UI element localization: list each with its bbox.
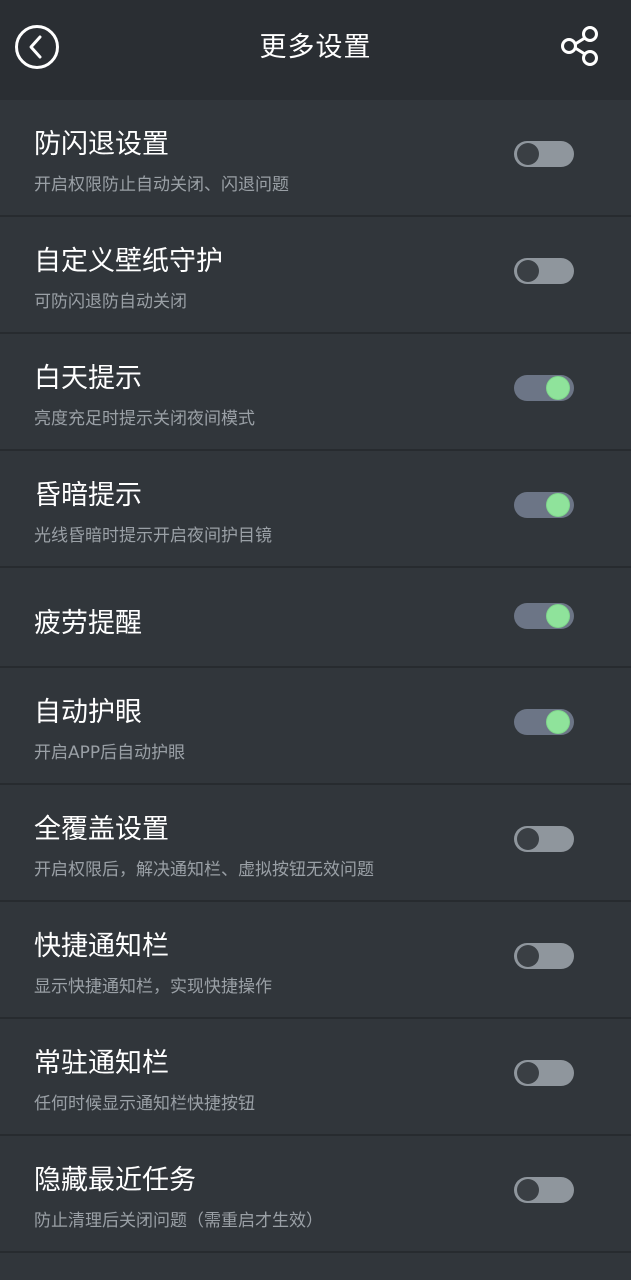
setting-title: 常驻通知栏 [34,1048,169,1079]
toggle-knob [517,828,539,850]
settings-row[interactable]: 隐藏最近任务防止清理后关闭问题（需重启才生效） [0,1136,631,1253]
setting-subtitle: 防止清理后关闭问题（需重启才生效） [34,1211,323,1231]
settings-row[interactable]: 自定义壁纸守护可防闪退防自动关闭 [0,217,631,334]
setting-title: 隐藏最近任务 [34,1165,196,1196]
setting-toggle[interactable] [514,141,574,167]
settings-row[interactable]: 防闪退设置开启权限防止自动关闭、闪退问题 [0,100,631,217]
setting-title: 昏暗提示 [34,480,142,511]
setting-title: 白天提示 [34,363,142,394]
setting-toggle[interactable] [514,375,574,401]
settings-row[interactable]: 常驻通知栏任何时候显示通知栏快捷按钮 [0,1019,631,1136]
share-icon [561,26,598,66]
toggle-knob [517,1179,539,1201]
setting-title: 自定义壁纸守护 [34,246,223,277]
setting-toggle[interactable] [514,1060,574,1086]
back-button[interactable] [14,24,60,70]
top-app-bar: 更多设置 [0,0,631,100]
setting-title: 自动护眼 [34,697,142,728]
page-title: 更多设置 [259,32,372,63]
setting-toggle[interactable] [514,603,574,629]
settings-row[interactable]: 白天提示亮度充足时提示关闭夜间模式 [0,334,631,451]
toggle-knob [517,143,539,165]
setting-subtitle: 开启权限后，解决通知栏、虚拟按钮无效问题 [34,860,374,880]
setting-subtitle: 可防闪退防自动关闭 [34,292,187,312]
setting-title: 疲劳提醒 [34,608,142,639]
settings-row[interactable]: 自动护眼开启APP后自动护眼 [0,668,631,785]
setting-subtitle: 开启APP后自动护眼 [34,743,186,763]
setting-toggle[interactable] [514,258,574,284]
setting-toggle[interactable] [514,492,574,518]
setting-subtitle: 显示快捷通知栏，实现快捷操作 [34,977,272,997]
toggle-knob [547,711,569,733]
chevron-left-circle-icon [15,25,59,69]
settings-row[interactable]: 快捷通知栏显示快捷通知栏，实现快捷操作 [0,902,631,1019]
setting-subtitle: 亮度充足时提示关闭夜间模式 [34,409,255,429]
toggle-knob [547,605,569,627]
toggle-knob [547,494,569,516]
toggle-knob [517,1062,539,1084]
toggle-knob [517,260,539,282]
share-button[interactable] [558,24,602,68]
settings-row[interactable]: 昏暗提示光线昏暗时提示开启夜间护目镜 [0,451,631,568]
setting-toggle[interactable] [514,826,574,852]
settings-list: 防闪退设置开启权限防止自动关闭、闪退问题自定义壁纸守护可防闪退防自动关闭白天提示… [0,100,631,1253]
setting-subtitle: 任何时候显示通知栏快捷按钮 [34,1094,255,1114]
settings-row[interactable]: 疲劳提醒 [0,568,631,668]
setting-title: 快捷通知栏 [34,931,169,962]
toggle-knob [547,377,569,399]
setting-subtitle: 开启权限防止自动关闭、闪退问题 [34,175,289,195]
setting-title: 防闪退设置 [34,129,169,160]
setting-toggle[interactable] [514,709,574,735]
setting-subtitle: 光线昏暗时提示开启夜间护目镜 [34,526,272,546]
setting-toggle[interactable] [514,1177,574,1203]
setting-toggle[interactable] [514,943,574,969]
toggle-knob [517,945,539,967]
setting-title: 全覆盖设置 [34,814,169,845]
settings-row[interactable]: 全覆盖设置开启权限后，解决通知栏、虚拟按钮无效问题 [0,785,631,902]
